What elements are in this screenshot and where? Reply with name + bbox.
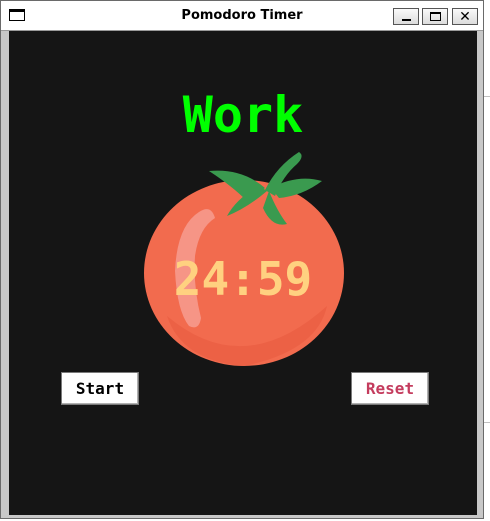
close-button[interactable]: ✕: [452, 8, 478, 25]
background-edge: [484, 96, 490, 97]
minimize-icon: [401, 19, 411, 21]
time-remaining-display: 24:59: [173, 252, 313, 306]
title-bar[interactable]: Pomodoro Timer ✕: [1, 1, 483, 31]
mode-label: Work: [182, 86, 304, 144]
maximize-button[interactable]: [422, 8, 448, 25]
app-window: Pomodoro Timer ✕ Work 24:59 Start Reset: [0, 0, 484, 519]
start-button[interactable]: Start: [61, 372, 139, 405]
close-icon: ✕: [459, 8, 471, 25]
reset-button[interactable]: Reset: [351, 372, 429, 405]
minimize-button[interactable]: [393, 8, 419, 25]
maximize-icon: [429, 12, 441, 21]
background-edge: [484, 422, 490, 423]
timer-panel: Work 24:59 Start Reset: [9, 31, 477, 515]
